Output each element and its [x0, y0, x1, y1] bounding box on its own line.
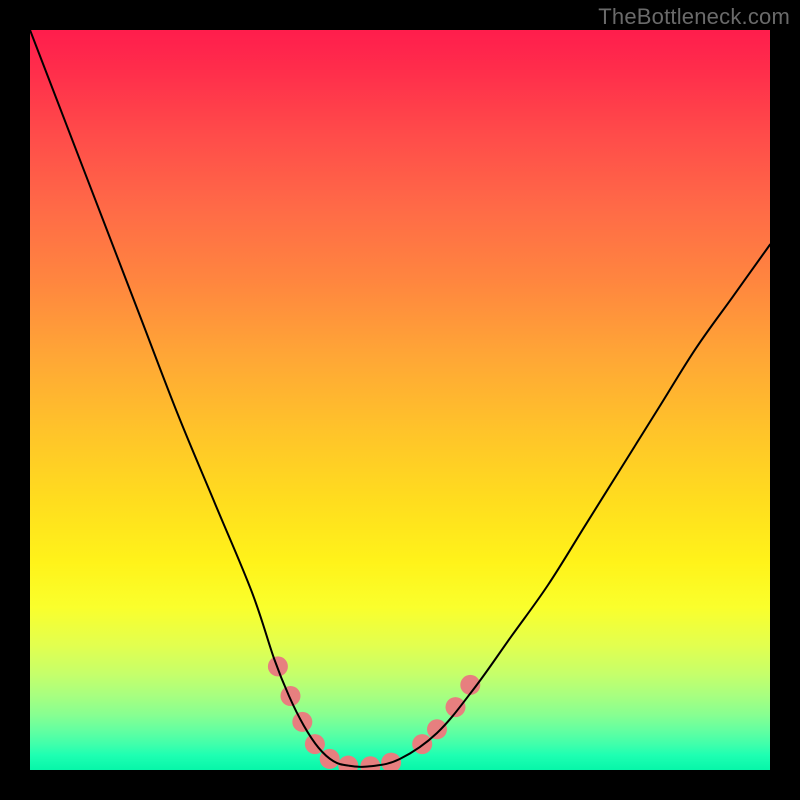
markers-group: [268, 656, 480, 770]
chart-root: TheBottleneck.com: [0, 0, 800, 800]
marker-dot: [446, 697, 466, 717]
marker-dot: [381, 753, 401, 770]
bottleneck-curve: [30, 30, 770, 767]
curve-layer: [30, 30, 770, 770]
watermark-text: TheBottleneck.com: [598, 4, 790, 30]
marker-dot: [338, 756, 358, 770]
plot-area: [30, 30, 770, 770]
marker-dot: [427, 719, 447, 739]
marker-dot: [360, 756, 380, 770]
marker-dot: [280, 686, 300, 706]
